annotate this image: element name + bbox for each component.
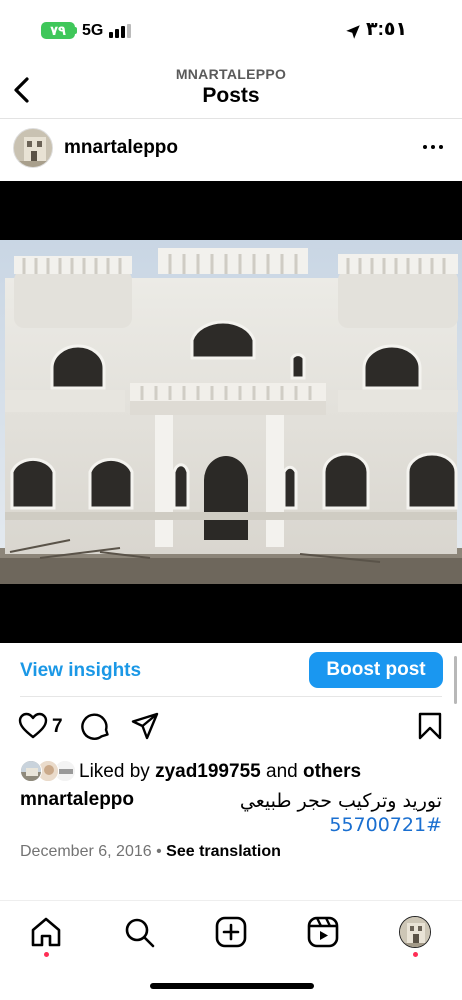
battery-tip <box>75 27 77 34</box>
caption-hashtag[interactable]: #55700721 <box>329 814 442 836</box>
home-indicator <box>150 983 314 989</box>
scroll-indicator <box>454 656 457 704</box>
comment-icon[interactable] <box>81 711 111 741</box>
caption-username[interactable]: mnartaleppo <box>20 789 134 811</box>
battery-indicator: ٧٩ <box>41 22 75 39</box>
share-icon[interactable] <box>130 711 160 741</box>
network-label: 5G <box>82 22 104 39</box>
page-title: Posts <box>202 84 260 107</box>
reels-icon[interactable] <box>306 915 340 949</box>
location-arrow-icon <box>346 25 360 39</box>
liker-avatar <box>20 760 42 782</box>
heart-icon[interactable] <box>18 711 48 741</box>
see-translation-link[interactable]: See translation <box>166 843 281 860</box>
author-username[interactable]: mnartaleppo <box>64 137 178 159</box>
post-media[interactable] <box>0 181 462 643</box>
search-icon[interactable] <box>122 915 156 949</box>
post-date: December 6, 2016 <box>20 843 152 860</box>
like-count[interactable]: 7 <box>52 716 63 738</box>
post-header: mnartaleppo <box>0 119 462 181</box>
signal-icon <box>109 24 135 38</box>
create-icon[interactable] <box>214 915 248 949</box>
view-insights-link[interactable]: View insights <box>20 660 141 682</box>
home-notification-dot <box>44 952 49 957</box>
liked-by-username[interactable]: zyad199755 <box>155 761 261 782</box>
top-header: MNARTALEPPO Posts <box>0 62 462 118</box>
liked-by-others[interactable]: others <box>303 761 361 782</box>
post-date-row: December 6, 2016 • See translation <box>20 843 281 861</box>
profile-avatar[interactable] <box>399 916 431 948</box>
account-name-caption: MNARTALEPPO <box>175 66 287 82</box>
liked-by-text[interactable]: Liked by zyad199755 and others <box>79 761 361 783</box>
profile-notification-dot <box>413 952 418 957</box>
post-photo <box>0 240 462 584</box>
liked-by-row[interactable]: Liked by zyad199755 and others <box>20 760 450 784</box>
more-icon[interactable] <box>418 135 448 159</box>
bookmark-icon[interactable] <box>415 711 445 741</box>
home-icon[interactable] <box>29 915 63 949</box>
status-time: ٣:٥١ <box>366 19 408 40</box>
boost-post-button[interactable]: Boost post <box>309 652 443 688</box>
insights-divider <box>20 696 442 697</box>
status-bar: ٧٩ 5G ٣:٥١ <box>0 0 462 62</box>
author-avatar[interactable] <box>13 128 53 168</box>
caption-text: توريد وتركيب حجر طبيعي #55700721 <box>239 790 442 836</box>
date-separator: • <box>156 843 162 860</box>
